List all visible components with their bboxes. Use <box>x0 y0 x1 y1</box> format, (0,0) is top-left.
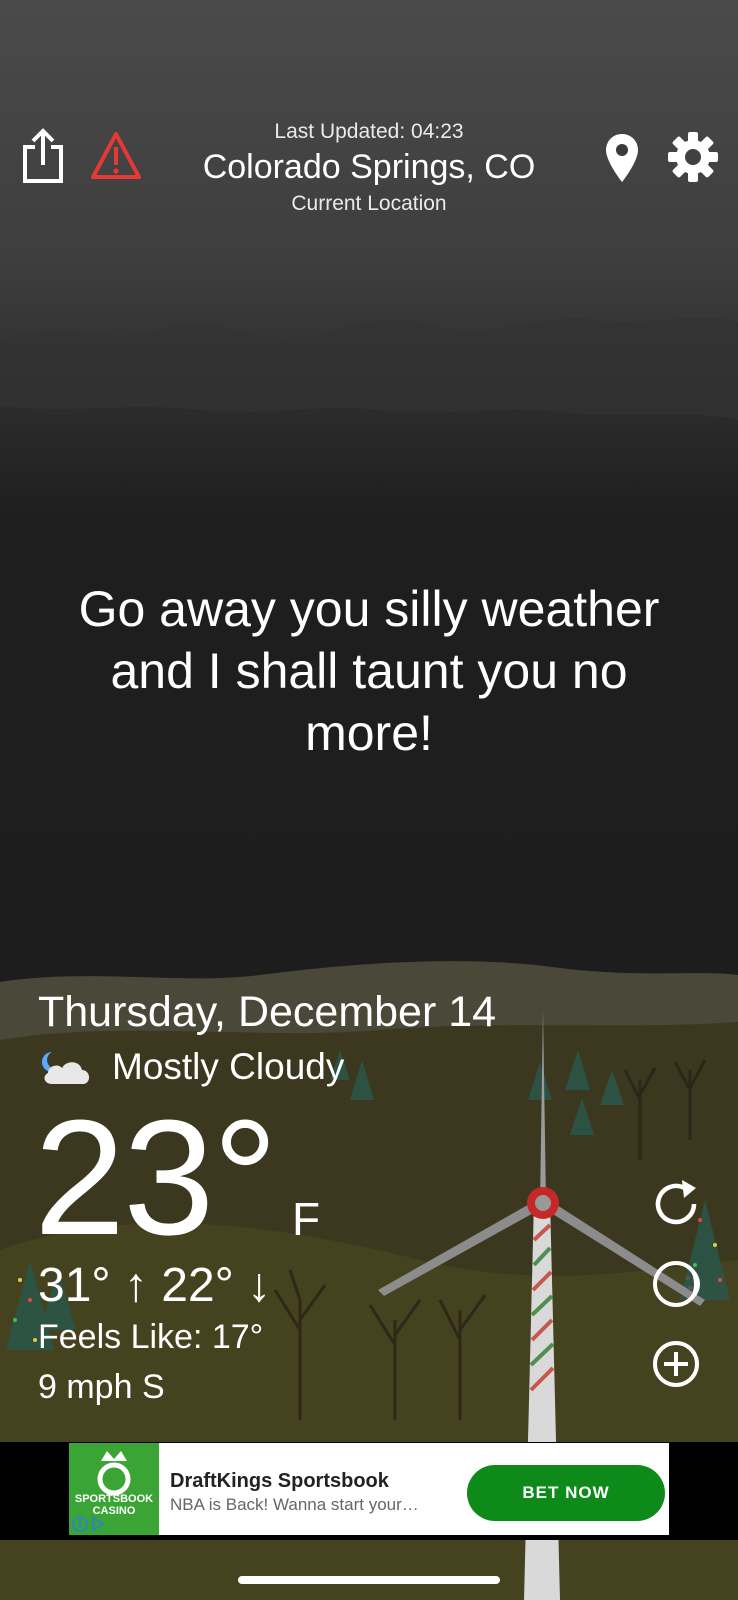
mountain-silhouette <box>0 318 738 420</box>
date-text: Thursday, December 14 <box>38 988 497 1036</box>
weather-quote: Go away you silly weather and I shall ta… <box>78 581 660 761</box>
current-location-label: Current Location <box>291 192 447 215</box>
moon-phase-icon[interactable] <box>648 1256 704 1312</box>
ad-choices-icon[interactable] <box>71 1515 107 1538</box>
high-low-temps: 31° ↑ 22° ↓ <box>38 1259 272 1312</box>
feels-like-text: Feels Like: 17° <box>38 1318 264 1356</box>
add-icon[interactable] <box>648 1336 704 1392</box>
home-indicator[interactable] <box>238 1576 500 1584</box>
ad-subtitle[interactable]: NBA is Back! Wanna start your… <box>170 1495 460 1515</box>
location-pin-icon[interactable] <box>600 130 644 186</box>
temperature-unit[interactable]: F <box>292 1192 320 1246</box>
share-icon[interactable] <box>20 126 66 186</box>
alert-icon[interactable] <box>90 130 142 182</box>
ad-logo-text: SPORTSBOOK CASINO <box>74 1493 154 1517</box>
refresh-icon[interactable] <box>648 1176 704 1232</box>
gear-icon[interactable] <box>666 130 720 184</box>
temperature[interactable]: 23° <box>34 1096 278 1260</box>
ad-title[interactable]: DraftKings Sportsbook <box>170 1470 389 1493</box>
landscape-scene <box>0 318 738 1600</box>
condition-text: Mostly Cloudy <box>112 1046 345 1087</box>
wind-text: 9 mph S <box>38 1368 165 1406</box>
ad-banner[interactable]: SPORTSBOOK CASINO DraftKings Sportsbook … <box>69 1443 669 1535</box>
bet-now-button[interactable]: BET NOW <box>467 1465 665 1521</box>
last-updated-text: Last Updated: 04:23 <box>274 120 464 143</box>
city-name[interactable]: Colorado Springs, CO <box>160 148 578 187</box>
